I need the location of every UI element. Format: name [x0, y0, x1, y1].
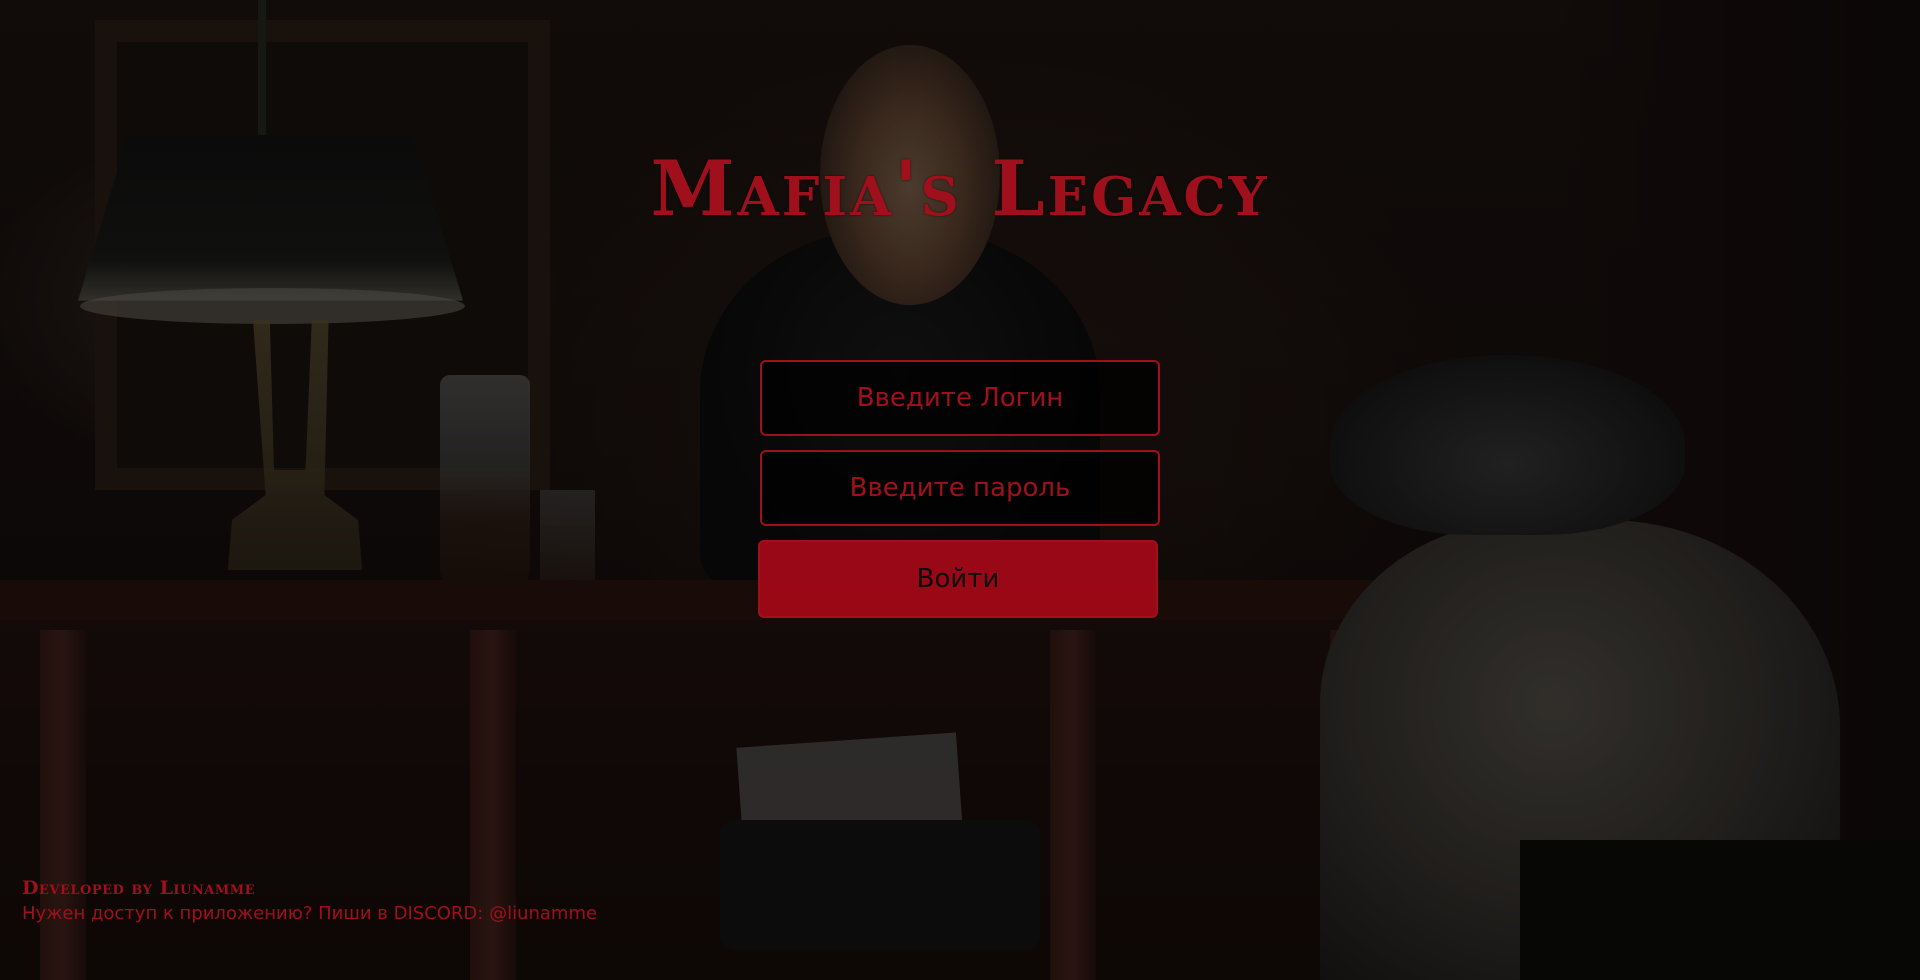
login-button[interactable]: Войти — [758, 540, 1158, 618]
login-form: Войти — [758, 360, 1162, 618]
username-input[interactable] — [760, 360, 1160, 436]
developer-credit: Developed by Liunamme — [22, 877, 256, 899]
password-input[interactable] — [760, 450, 1160, 526]
footer-credits: Developed by Liunamme Нужен доступ к при… — [22, 876, 597, 926]
access-note: Нужен доступ к приложению? Пиши в DISCOR… — [22, 903, 598, 924]
app-title: Mafia's Legacy — [650, 143, 1270, 233]
login-screen: Mafia's Legacy Войти Developed by Liunam… — [0, 0, 1920, 980]
